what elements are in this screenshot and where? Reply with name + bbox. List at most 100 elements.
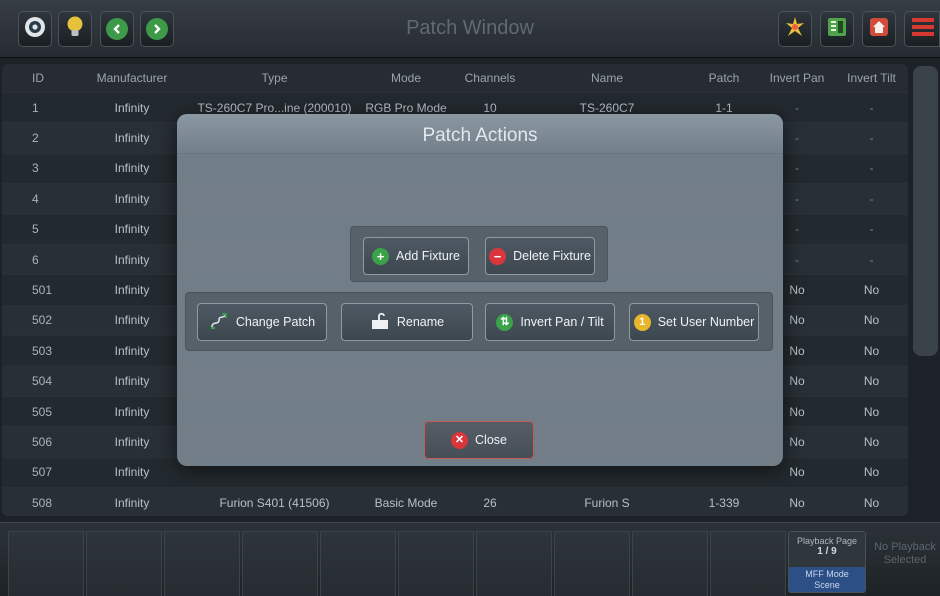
playback-slot[interactable] (398, 531, 474, 596)
change-patch-icon (209, 311, 229, 334)
rename-button[interactable]: Rename (341, 303, 473, 341)
sparkle-icon (783, 15, 807, 44)
cell-id: 502 (32, 313, 53, 328)
column-header-patch[interactable]: Patch (689, 64, 759, 92)
cell-manufacturer: Infinity (114, 343, 150, 358)
cell-manufacturer: Infinity (114, 313, 150, 328)
cell-manufacturer: Infinity (114, 100, 150, 115)
playback-slot[interactable] (710, 531, 786, 596)
cell-invert-tilt: No (863, 343, 880, 358)
cell-id: 504 (32, 374, 53, 389)
cell-manufacturer: Infinity (114, 374, 150, 389)
table-row[interactable]: 508 Infinity Furion S401 (41506) Basic Mode… (2, 487, 908, 516)
cell-mode: Basic Mode (374, 495, 438, 510)
dialog-title: Patch Actions (177, 114, 783, 154)
cell-manufacturer: Infinity (114, 465, 150, 480)
playback-slot[interactable] (8, 531, 84, 596)
rename-icon (370, 312, 390, 333)
add-fixture-label: Add Fixture (396, 249, 460, 263)
home-button[interactable] (862, 11, 896, 47)
cell-id: 3 (32, 161, 39, 176)
cell-invert-tilt: No (863, 283, 880, 298)
close-label: Close (475, 433, 507, 447)
cell-manufacturer: Infinity (114, 191, 150, 206)
column-header-manufacturer[interactable]: Manufacturer (72, 64, 192, 92)
cell-id: 506 (32, 434, 53, 449)
delete-fixture-button[interactable]: − Delete Fixture (485, 237, 595, 275)
mff-mode-indicator[interactable]: MFF Mode Scene (789, 567, 865, 592)
cell-id: 501 (32, 283, 53, 298)
playback-page-value: 1 / 9 (817, 546, 837, 557)
invert-arrows-icon: ⇅ (496, 313, 514, 331)
mff-mode-label: MFF Mode (805, 569, 849, 579)
playback-slot[interactable] (554, 531, 630, 596)
cell-manufacturer: Infinity (114, 495, 150, 510)
cell-id: 5 (32, 222, 39, 237)
cell-invert-tilt: - (869, 131, 874, 146)
column-header-id[interactable]: ID (2, 64, 72, 92)
cell-invert-tilt: - (869, 100, 874, 115)
cell-patch: 1-339 (708, 495, 740, 510)
cell-invert-tilt: No (863, 374, 880, 389)
cell-id: 1 (32, 100, 39, 115)
set-user-number-button[interactable]: 1 Set User Number (629, 303, 759, 341)
cell-manufacturer: Infinity (114, 252, 150, 267)
cell-manufacturer: Infinity (114, 434, 150, 449)
cell-type: Furion S401 (41506) (219, 495, 330, 510)
patch-actions-dialog: Patch Actions + Add Fixture − Delete Fix… (177, 114, 783, 466)
cell-manufacturer: Infinity (114, 404, 150, 419)
cell-manufacturer: Infinity (114, 161, 150, 176)
playback-slot[interactable] (164, 531, 240, 596)
invert-pan-tilt-button[interactable]: ⇅ Invert Pan / Tilt (485, 303, 615, 341)
column-header-type[interactable]: Type (192, 64, 357, 92)
cell-manufacturer: Infinity (114, 222, 150, 237)
cell-id: 6 (32, 252, 39, 267)
cell-id: 505 (32, 404, 53, 419)
column-header-invert-tilt[interactable]: Invert Tilt (835, 64, 908, 92)
table-header: ID Manufacturer Type Mode Channels Name … (2, 64, 908, 92)
mff-mode-value: Scene (814, 580, 840, 590)
close-button[interactable]: ✕ Close (424, 421, 534, 459)
playback-page-label: Playback Page (796, 536, 858, 546)
change-patch-button[interactable]: Change Patch (197, 303, 327, 341)
cell-id: 2 (32, 131, 39, 146)
cell-name: Furion S (584, 495, 630, 510)
menu-icon (910, 16, 934, 43)
playback-slot[interactable] (476, 531, 552, 596)
column-header-mode[interactable]: Mode (357, 64, 455, 92)
playback-slot[interactable] (320, 531, 396, 596)
cell-invert-tilt: - (869, 252, 874, 267)
playback-slot[interactable] (242, 531, 318, 596)
cell-id: 508 (32, 495, 53, 510)
playback-panel: Playback Page 1 / 9 MFF Mode Scene No Pl… (0, 522, 940, 596)
no-playback-selected: No Playback Selected (874, 541, 936, 566)
cell-channels: 26 (483, 495, 497, 510)
change-patch-label: Change Patch (235, 315, 316, 329)
effects-button[interactable] (778, 11, 812, 47)
column-header-channels[interactable]: Channels (455, 64, 525, 92)
cell-invert-pan: No (789, 495, 805, 510)
top-bar: Patch Window (0, 0, 940, 58)
number-icon: 1 (633, 313, 651, 331)
column-header-name[interactable]: Name (525, 64, 689, 92)
cell-invert-tilt: No (863, 465, 880, 480)
cell-id: 507 (32, 465, 53, 480)
table-scrollbar[interactable] (913, 66, 938, 356)
menu-button[interactable] (904, 11, 940, 47)
plus-icon: + (372, 247, 390, 265)
delete-fixture-label: Delete Fixture (513, 249, 591, 263)
cell-invert-tilt: - (869, 161, 874, 176)
column-header-invert-pan[interactable]: Invert Pan (759, 64, 835, 92)
cell-invert-tilt: No (863, 495, 880, 510)
add-fixture-button[interactable]: + Add Fixture (363, 237, 469, 275)
cell-invert-tilt: - (869, 191, 874, 206)
close-icon: ✕ (451, 431, 469, 449)
cell-manufacturer: Infinity (114, 283, 150, 298)
cell-invert-tilt: No (863, 404, 880, 419)
playback-slot[interactable] (86, 531, 162, 596)
cell-invert-tilt: No (863, 313, 880, 328)
cell-id: 4 (32, 191, 39, 206)
playback-page-button[interactable]: Playback Page 1 / 9 MFF Mode Scene (788, 531, 866, 593)
playback-slot[interactable] (632, 531, 708, 596)
fixture-grid-button[interactable] (820, 11, 854, 47)
